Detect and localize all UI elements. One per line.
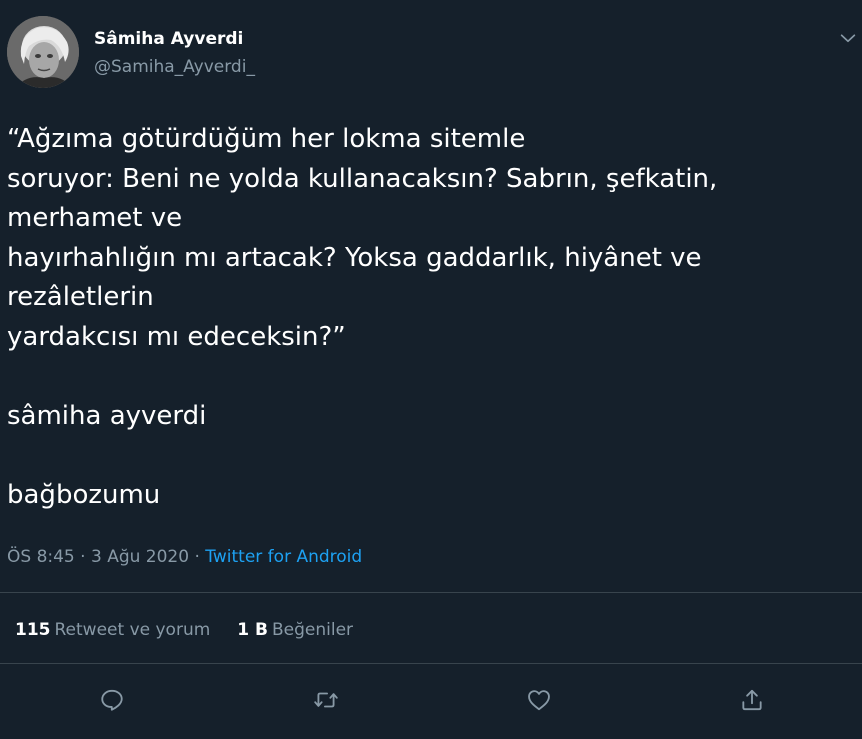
reply-button[interactable] (98, 686, 126, 714)
divider (0, 592, 862, 593)
retweet-button[interactable] (312, 686, 340, 714)
author-handle[interactable]: @Samiha_Ayverdi_ (94, 57, 255, 77)
tweet-text-line: bağbozumu (7, 480, 161, 511)
reply-icon (101, 689, 123, 711)
tweet-text-line (7, 358, 847, 398)
tweet-stats: 115 Retweet ve yorum 1 B Beğeniler (15, 619, 353, 641)
likes-count: 1 B (237, 620, 268, 640)
divider (0, 663, 862, 664)
like-button[interactable] (525, 686, 553, 714)
tweet-date[interactable]: 3 Ağu 2020 (91, 547, 189, 567)
retweets-label: Retweet ve yorum (54, 620, 211, 640)
tweet-text-line: “Ağzıma götürdüğüm her lokma sitemle (7, 124, 526, 154)
share-icon (742, 689, 762, 711)
profile-photo-icon (7, 16, 79, 88)
tweet-text-line: rezâletlerin (7, 282, 154, 313)
tweet-text: “Ağzıma götürdüğüm her lokma sitemle sor… (7, 120, 847, 516)
share-button[interactable] (738, 686, 766, 714)
chevron-down-icon[interactable] (837, 27, 859, 49)
tweet-text-line: hayırhahlığın mı artacak? Yoksa gaddarlı… (7, 242, 702, 273)
tweet-text-line: yardakcısı mı edeceksin?” (7, 321, 346, 352)
tweet-text-line: sâmiha ayverdi (7, 401, 207, 432)
tweet-time[interactable]: ÖS 8:45 (7, 547, 75, 567)
tweet-text-line: soruyor: Beni ne yolda kullanacaksın? Sa… (7, 163, 718, 194)
meta-separator: · (74, 547, 91, 567)
retweet-icon (314, 692, 338, 708)
avatar[interactable] (7, 16, 79, 88)
heart-icon (528, 690, 550, 711)
tweet-text-line: merhamet ve (7, 203, 183, 234)
likes-stat[interactable]: 1 B Beğeniler (237, 619, 353, 641)
tweet-source-link[interactable]: Twitter for Android (205, 547, 362, 567)
tweet-detail: Sâmiha Ayverdi @Samiha_Ayverdi_ “Ağzıma … (0, 0, 862, 739)
retweets-stat[interactable]: 115 Retweet ve yorum (15, 619, 210, 641)
likes-label: Beğeniler (272, 620, 354, 640)
author-display-name[interactable]: Sâmiha Ayverdi (94, 29, 243, 49)
retweets-count: 115 (15, 620, 51, 640)
tweet-text-line (7, 437, 847, 477)
tweet-meta: ÖS 8:45 · 3 Ağu 2020 · Twitter for Andro… (7, 546, 362, 568)
meta-separator: · (189, 547, 206, 567)
